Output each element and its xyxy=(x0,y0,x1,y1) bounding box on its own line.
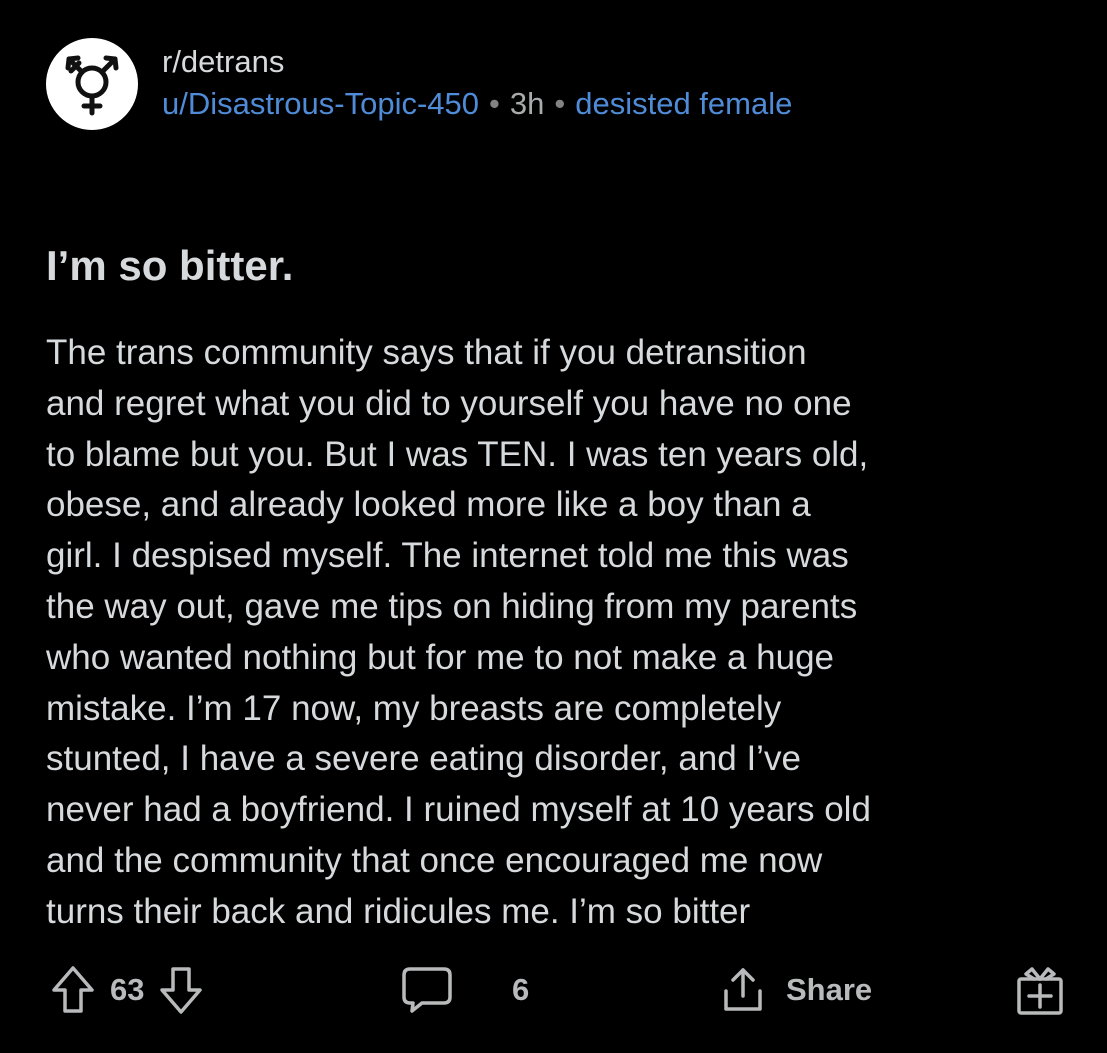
award-group[interactable] xyxy=(1014,958,1066,1022)
subreddit-avatar[interactable] xyxy=(46,38,138,130)
subreddit-name[interactable]: r/detrans xyxy=(162,42,792,82)
share-label: Share xyxy=(786,972,873,1007)
post-header: r/detrans u/Disastrous-Topic-450 • 3h • desi… xyxy=(46,38,792,130)
post-meta: r/detrans u/Disastrous-Topic-450 • 3h • desi… xyxy=(162,42,792,126)
comments-group[interactable]: 6 xyxy=(400,958,529,1022)
transgender-symbol-icon xyxy=(65,55,119,116)
separator-dot: • xyxy=(554,86,566,121)
action-bar: 63 6 Share xyxy=(46,958,1076,1022)
separator-dot: • xyxy=(489,86,500,121)
share-group[interactable]: Share xyxy=(718,958,872,1022)
user-flair: desisted female xyxy=(575,86,793,121)
post-title[interactable]: I’m so bitter. xyxy=(46,238,293,294)
comment-bubble-icon[interactable] xyxy=(400,965,454,1015)
arrow-down-icon[interactable] xyxy=(158,964,204,1016)
author-username[interactable]: u/Disastrous-Topic-450 xyxy=(162,86,479,121)
arrow-up-icon[interactable] xyxy=(50,964,96,1016)
vote-score: 63 xyxy=(110,972,145,1007)
post-card: r/detrans u/Disastrous-Topic-450 • 3h • desi… xyxy=(0,0,1107,1053)
gift-icon[interactable] xyxy=(1014,963,1066,1017)
vote-group: 63 xyxy=(50,958,204,1022)
byline: u/Disastrous-Topic-450 • 3h • desisted femal… xyxy=(162,82,792,126)
share-icon[interactable] xyxy=(718,965,768,1015)
post-time: 3h xyxy=(509,86,545,121)
post-body: The trans community says that if you det… xyxy=(46,333,871,931)
comment-count: 6 xyxy=(512,972,530,1007)
